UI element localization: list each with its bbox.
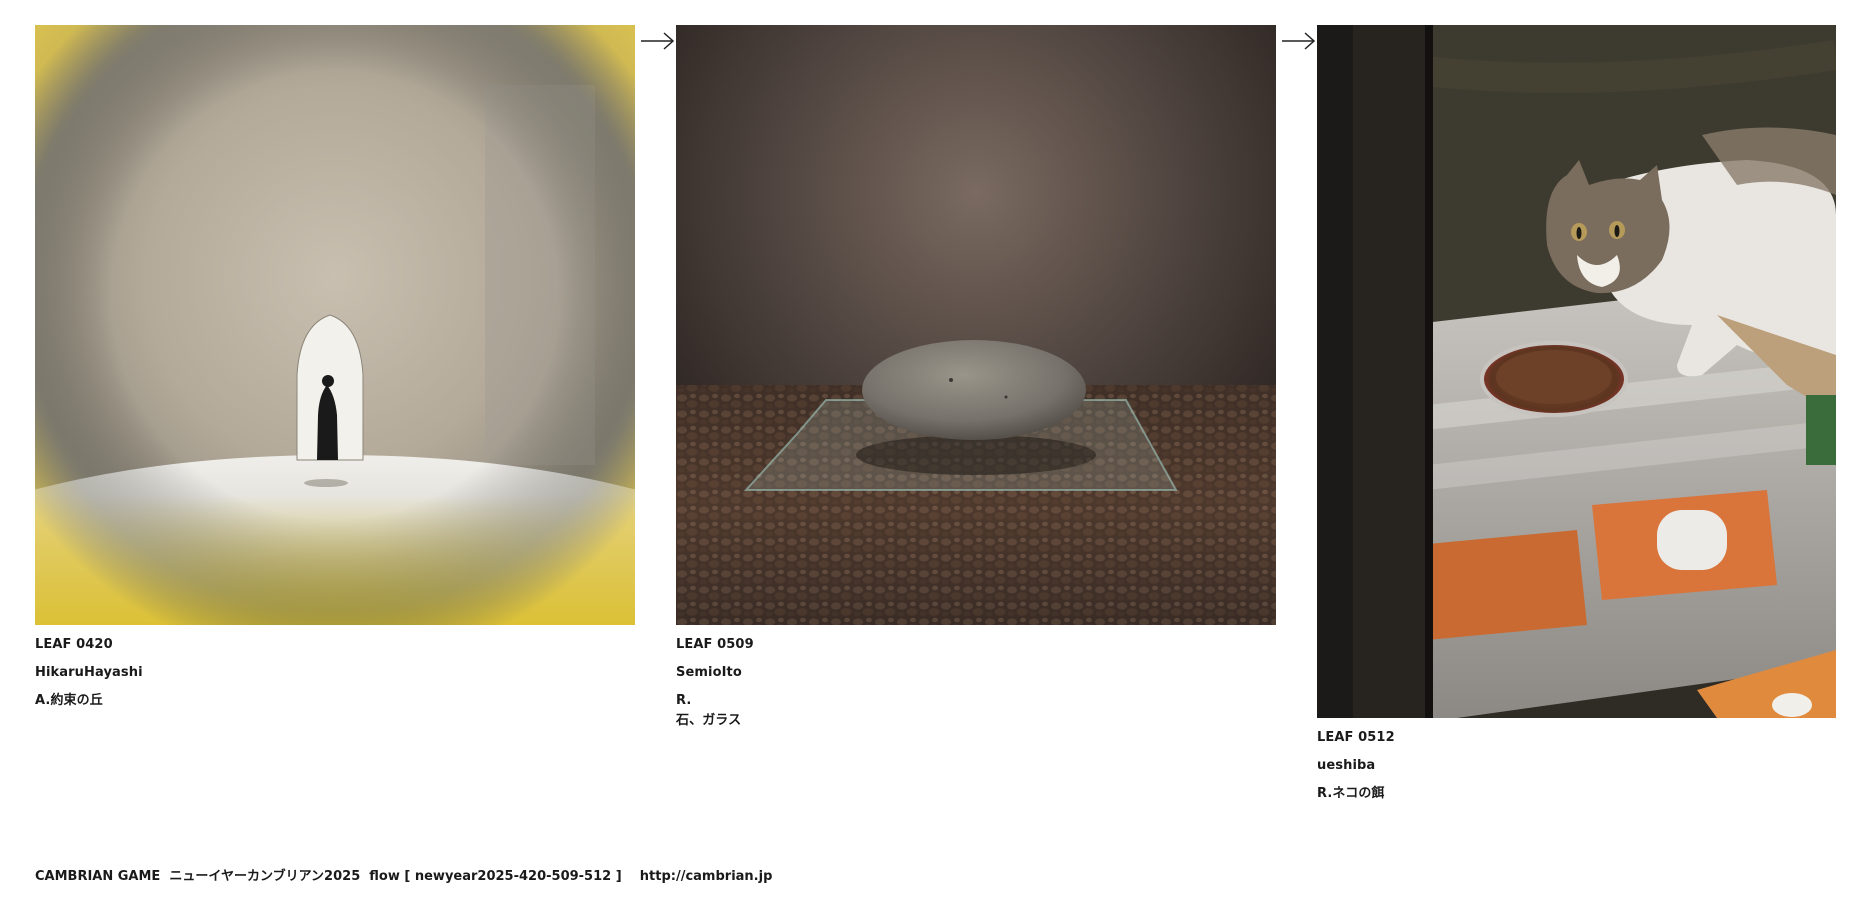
leaf-note: R. [676, 693, 692, 708]
leaf-card-0420[interactable]: LEAF 0420 HikaruHayashi A.約束の丘 [35, 25, 635, 711]
cat-with-food-bowl-image [1317, 25, 1836, 718]
stone-on-glass-image [676, 25, 1276, 625]
leaf-caption-0509: LEAF 0509 SemioIto R. 石、ガラス [676, 635, 1276, 731]
leaf-card-0509[interactable]: LEAF 0509 SemioIto R. 石、ガラス [676, 25, 1276, 731]
leaf-image-0509[interactable] [676, 25, 1276, 625]
leaf-note-detail: 石、ガラス [676, 713, 742, 728]
footer-flow-info[interactable]: CAMBRIAN GAME ニューイヤーカンブリアン2025 flow [ ne… [35, 865, 772, 884]
leaf-id[interactable]: LEAF 0420 [35, 635, 635, 655]
figure-on-hill-image [35, 25, 635, 625]
leaf-author[interactable]: HikaruHayashi [35, 663, 635, 683]
leaf-caption-0420: LEAF 0420 HikaruHayashi A.約束の丘 [35, 635, 635, 711]
leaf-id[interactable]: LEAF 0509 [676, 635, 1276, 655]
leaf-author[interactable]: SemioIto [676, 663, 1276, 683]
leaf-id[interactable]: LEAF 0512 [1317, 728, 1836, 748]
right-arrow-icon [641, 32, 675, 50]
right-arrow-icon [1282, 32, 1316, 50]
leaf-caption-0512: LEAF 0512 ueshiba R.ネコの餌 [1317, 728, 1836, 804]
leaf-image-0512[interactable] [1317, 25, 1836, 718]
leaf-card-0512[interactable]: LEAF 0512 ueshiba R.ネコの餌 [1317, 25, 1836, 804]
leaf-note: R.ネコの餌 [1317, 786, 1385, 801]
leaf-image-0420[interactable] [35, 25, 635, 625]
leaf-note: A.約束の丘 [35, 693, 103, 708]
leaf-author[interactable]: ueshiba [1317, 756, 1836, 776]
